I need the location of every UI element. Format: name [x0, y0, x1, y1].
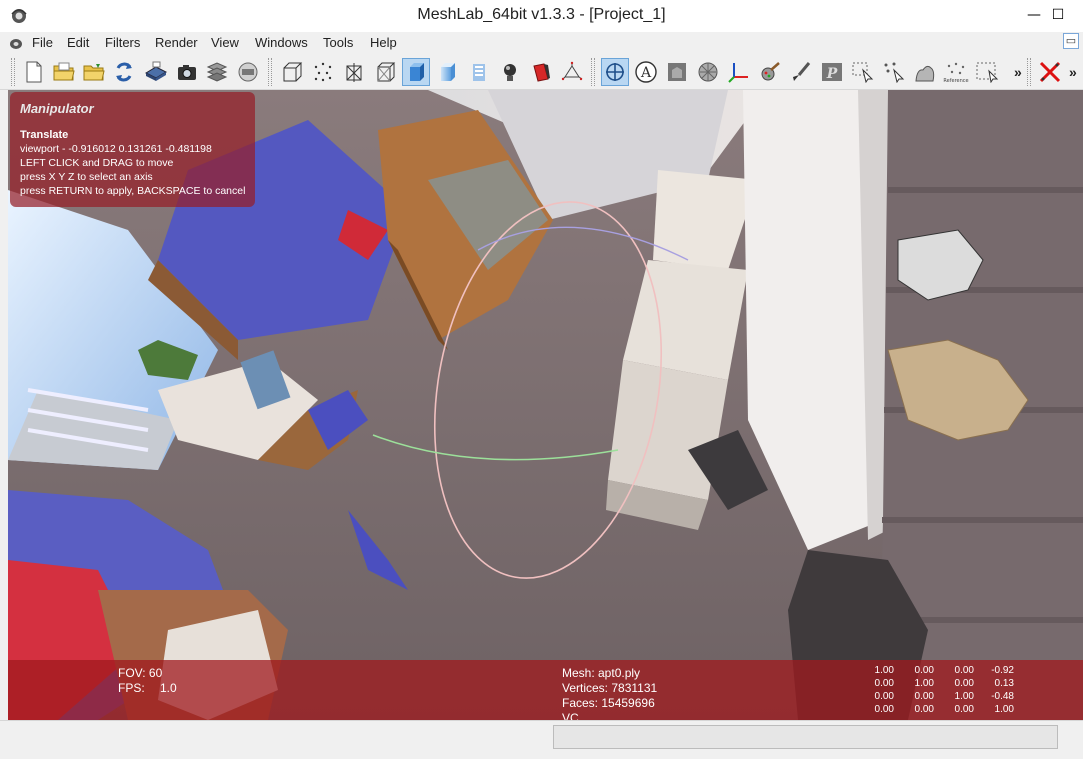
- select-vertices-icon[interactable]: [880, 58, 908, 86]
- fov-label: FOV: 60: [118, 666, 163, 680]
- matrix-cell: 0.00: [914, 704, 934, 715]
- bounding-box-icon[interactable]: [278, 58, 306, 86]
- menu-tools[interactable]: Tools: [323, 35, 353, 50]
- menu-edit[interactable]: Edit: [67, 35, 89, 50]
- face-count: Faces: 15459696: [562, 696, 655, 710]
- points-icon[interactable]: [309, 58, 337, 86]
- normals-icon[interactable]: [558, 58, 586, 86]
- menu-help[interactable]: Help: [370, 35, 397, 50]
- toolbar-grip[interactable]: [268, 58, 272, 86]
- snapshot-icon[interactable]: [173, 58, 201, 86]
- matrix-cell: 0.00: [874, 704, 894, 715]
- meshlab-window: MeshLab_64bit v1.3.3 - [Project_1] — ☐ F…: [0, 0, 1083, 759]
- manipulator-panel: Manipulator Translate viewport - -0.9160…: [10, 92, 255, 207]
- vertex-color-flag: VC: [562, 711, 579, 720]
- manipulator-info-line: viewport - -0.916012 0.131261 -0.481198: [20, 143, 212, 155]
- title-bar: MeshLab_64bit v1.3.3 - [Project_1] — ☐: [0, 0, 1083, 32]
- progress-bar: [553, 725, 1058, 749]
- toolbar-grip[interactable]: [591, 58, 595, 86]
- smooth-shading-icon[interactable]: [433, 58, 461, 86]
- fps-value: 1.0: [160, 681, 177, 695]
- annotate-icon[interactable]: A: [632, 58, 660, 86]
- manipulator-mode: Translate: [20, 129, 69, 141]
- flat-shading-icon[interactable]: [402, 58, 430, 86]
- mesh-name: Mesh: apt0.ply: [562, 666, 641, 680]
- mesh-viewport[interactable]: Manipulator Translate viewport - -0.9160…: [8, 90, 1083, 720]
- export-mesh-icon[interactable]: [142, 58, 170, 86]
- delete-selected-icon[interactable]: [1036, 58, 1064, 86]
- new-project-icon[interactable]: [20, 58, 48, 86]
- matrix-cell: 0.00: [954, 704, 974, 715]
- menu-file[interactable]: File: [32, 35, 53, 50]
- paint-icon[interactable]: [756, 58, 784, 86]
- matrix-cell: -0.48: [991, 691, 1014, 702]
- layers-icon[interactable]: [203, 58, 231, 86]
- toolbar-overflow-button[interactable]: »: [1069, 64, 1077, 80]
- status-bar: [0, 720, 1083, 759]
- select-faces-icon[interactable]: [849, 58, 877, 86]
- menu-filters[interactable]: Filters: [105, 35, 140, 50]
- svg-text:P: P: [826, 66, 838, 82]
- toolbar-overflow-button[interactable]: »: [1014, 64, 1022, 80]
- matrix-cell: 1.00: [874, 665, 894, 676]
- toolbar-grip[interactable]: [11, 58, 15, 86]
- document-icon: [10, 39, 22, 49]
- svg-text:A: A: [640, 65, 652, 81]
- manipulator-icon[interactable]: [601, 58, 629, 86]
- manipulator-title: Manipulator: [20, 101, 94, 116]
- sphere-icon[interactable]: [694, 58, 722, 86]
- texture-icon[interactable]: [465, 58, 493, 86]
- reload-icon[interactable]: [110, 58, 138, 86]
- mdi-restore-button[interactable]: ▭: [1063, 33, 1079, 49]
- menu-view[interactable]: View: [211, 35, 239, 50]
- import-mesh-icon[interactable]: [80, 58, 108, 86]
- open-project-icon[interactable]: [50, 58, 78, 86]
- manipulator-info-line: press X Y Z to select an axis: [20, 171, 153, 183]
- matrix-cell: 0.00: [954, 665, 974, 676]
- info-overlay: FOV: 60 FPS: 1.0 Mesh: apt0.ply Vertices…: [8, 660, 1083, 720]
- menu-bar: File Edit Filters Render View Windows To…: [0, 32, 1083, 54]
- hidden-lines-icon[interactable]: [371, 58, 399, 86]
- vertex-count: Vertices: 7831131: [562, 681, 658, 695]
- matrix-cell: 0.00: [914, 665, 934, 676]
- color-icon[interactable]: [527, 58, 555, 86]
- wireframe-icon[interactable]: [340, 58, 368, 86]
- select-area-icon[interactable]: [973, 58, 1001, 86]
- reference-label: Reference: [943, 78, 968, 84]
- matrix-cell: 0.00: [874, 678, 894, 689]
- manipulator-info-line: LEFT CLICK and DRAG to move: [20, 157, 174, 169]
- matrix-cell: 0.00: [954, 678, 974, 689]
- axis-icon[interactable]: [725, 58, 753, 86]
- toolbar-grip[interactable]: [1027, 58, 1031, 86]
- measure-icon[interactable]: [663, 58, 691, 86]
- matrix-cell: 0.00: [914, 691, 934, 702]
- matrix-cell: 1.00: [994, 704, 1014, 715]
- matrix-cell: -0.92: [991, 665, 1014, 676]
- light-icon[interactable]: [496, 58, 524, 86]
- reference-icon[interactable]: Reference: [942, 58, 970, 86]
- matrix-cell: 1.00: [914, 678, 934, 689]
- window-title: MeshLab_64bit v1.3.3 - [Project_1]: [417, 6, 666, 23]
- menu-windows[interactable]: Windows: [255, 35, 308, 50]
- matrix-cell: 0.13: [994, 678, 1014, 689]
- fps-label: FPS:: [118, 681, 145, 695]
- maximize-button[interactable]: ☐: [1047, 4, 1069, 26]
- menu-render[interactable]: Render: [155, 35, 198, 50]
- pick-points-icon[interactable]: P: [818, 58, 846, 86]
- align-icon[interactable]: [911, 58, 939, 86]
- main-toolbar: A P Reference » »: [0, 54, 1083, 90]
- minimize-button[interactable]: —: [1023, 4, 1045, 26]
- brush-icon[interactable]: [787, 58, 815, 86]
- meshlab-server-icon[interactable]: [234, 58, 262, 86]
- manipulator-info-line: press RETURN to apply, BACKSPACE to canc…: [20, 185, 246, 197]
- matrix-cell: 0.00: [874, 691, 894, 702]
- matrix-cell: 1.00: [954, 691, 974, 702]
